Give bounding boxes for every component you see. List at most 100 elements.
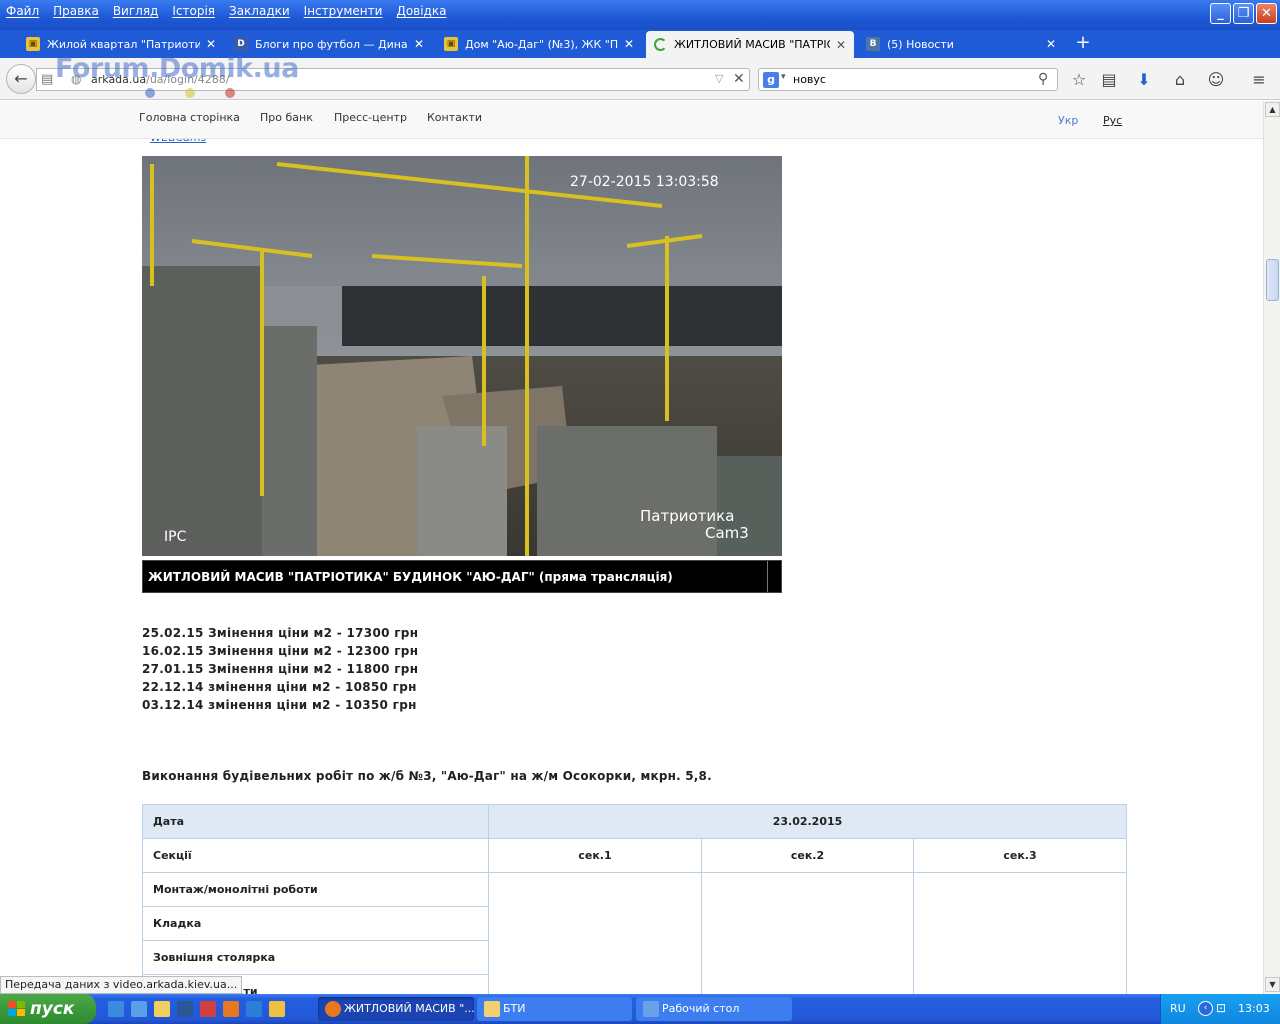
chat-icon[interactable]: ☺	[1205, 69, 1227, 91]
taskbar-button-desktop[interactable]: Рабочий стол	[636, 997, 792, 1021]
home-icon[interactable]: ⌂	[1169, 69, 1191, 91]
taskbar-button-bti[interactable]: БТИ	[477, 997, 632, 1021]
row-label: Зовнішня столярка	[142, 940, 489, 975]
watermark-dot-blue	[145, 88, 155, 98]
menu-edit[interactable]: Правка	[53, 4, 99, 18]
explorer-icon[interactable]	[131, 1001, 147, 1017]
new-tab-button[interactable]: +	[1072, 33, 1094, 55]
scroll-up-icon[interactable]: ▲	[1265, 102, 1280, 117]
section-header: сек.1	[488, 838, 702, 873]
scroll-down-icon[interactable]: ▼	[1265, 977, 1280, 992]
ie-icon[interactable]	[246, 1001, 262, 1017]
close-icon[interactable]: ✕	[1046, 37, 1056, 51]
chevron-down-icon[interactable]: ▾	[781, 72, 786, 82]
minimize-button[interactable]: _	[1210, 3, 1231, 24]
tab-football-blog[interactable]: D Блоги про футбол — Динам... ✕	[226, 30, 432, 58]
network-icon[interactable]: ⊡	[1216, 1001, 1226, 1015]
site-nav: Головна сторінка Про банк Пресс-центр Ко…	[0, 101, 1263, 139]
table-row: Секції сек.1 сек.2 сек.3	[142, 838, 1127, 873]
language-indicator[interactable]: RU	[1170, 1002, 1186, 1015]
price-change-item: 27.01.15 Змінення ціни м2 - 11800 грн	[142, 662, 419, 676]
menu-bar: Файл Правка Вигляд Історія Закладки Інст…	[0, 0, 460, 22]
nav-contacts[interactable]: Контакти	[427, 111, 482, 124]
url-host: arkada.ua	[91, 73, 147, 86]
search-bar[interactable]: g ▾ новус ⚲	[758, 68, 1058, 91]
loading-icon	[654, 38, 667, 51]
tab-zhytlovyi-masyv[interactable]: ЖИТЛОВИЙ МАСИВ "ПАТРІО... ✕	[646, 31, 854, 58]
section-header: сек.3	[913, 838, 1127, 873]
url-bar[interactable]: ▤ ◍ arkada.ua/ua/login/4288/ ▽ ✕	[36, 68, 750, 91]
start-button[interactable]: пуск	[0, 994, 96, 1024]
menu-bookmarks[interactable]: Закладки	[229, 4, 290, 18]
table-row: Монтаж/монолітні роботи	[142, 872, 1127, 994]
tab-ayu-dag[interactable]: ▣ Дом "Аю-Даг" (№3), ЖК "П... ✕	[436, 30, 642, 58]
search-input[interactable]: новус	[793, 73, 826, 86]
bookmark-star-icon[interactable]: ☆	[1068, 69, 1090, 91]
building-icon: ▣	[444, 37, 458, 51]
close-icon[interactable]: ✕	[624, 37, 634, 51]
menu-tools[interactable]: Інструменти	[304, 4, 383, 18]
search-icon[interactable]: ⚲	[1038, 71, 1048, 87]
tab-patriotika-forum[interactable]: ▣ Жилой квартал "Патриотик... ✕	[18, 30, 224, 58]
nav-home[interactable]: Головна сторінка	[139, 111, 240, 124]
word-icon[interactable]	[177, 1001, 193, 1017]
camera-caption: ЖИТЛОВИЙ МАСИВ "ПАТРІОТИКА" БУДИНОК "АЮ-…	[148, 570, 673, 584]
camera-id: Cam3	[705, 524, 749, 542]
menu-history[interactable]: Історія	[172, 4, 215, 18]
camera-brand: IPC	[164, 529, 187, 545]
media-player-icon[interactable]	[108, 1001, 124, 1017]
reading-list-icon[interactable]: ▤	[1098, 69, 1120, 91]
tab-vk-news[interactable]: B (5) Новости ✕	[858, 30, 1064, 58]
menu-view[interactable]: Вигляд	[113, 4, 159, 18]
row-label: Кладка	[142, 906, 489, 941]
section-header: сек.2	[701, 838, 914, 873]
hamburger-menu-icon[interactable]: ≡	[1248, 69, 1270, 91]
close-window-button[interactable]: ✕	[1256, 3, 1277, 24]
price-change-item: 25.02.15 Змінення ціни м2 - 17300 грн	[142, 626, 419, 640]
lang-rus[interactable]: Рус	[1103, 114, 1122, 127]
date-value: 23.02.2015	[488, 804, 1127, 839]
camera-caption-bar: ЖИТЛОВИЙ МАСИВ "ПАТРІОТИКА" БУДИНОК "АЮ-…	[142, 560, 782, 593]
show-hidden-icons-icon[interactable]: ‹	[1198, 1001, 1213, 1016]
price-change-item: 03.12.14 змінення ціни м2 - 10350 грн	[142, 698, 417, 712]
camera-location: Патриотика	[640, 507, 734, 525]
construction-site-image: 27-02-2015 13:03:58 IPC Патриотика Cam3	[142, 156, 782, 556]
google-icon[interactable]: g	[763, 72, 779, 88]
vertical-scrollbar[interactable]: ▲ ▼	[1263, 101, 1280, 994]
webcam-image[interactable]: 27-02-2015 13:03:58 IPC Патриотика Cam3	[142, 156, 782, 556]
scroll-thumb[interactable]	[1266, 259, 1279, 301]
opera-icon[interactable]	[200, 1001, 216, 1017]
watermark-dot-red	[225, 88, 235, 98]
dropdown-arrow-icon[interactable]: ▽	[715, 72, 723, 85]
watermark-dot-yellow	[185, 88, 195, 98]
clock: 13:03	[1238, 1002, 1270, 1015]
menu-help[interactable]: Довідка	[396, 4, 446, 18]
firefox-icon	[325, 1001, 341, 1017]
close-icon[interactable]: ✕	[206, 37, 216, 51]
menu-file[interactable]: Файл	[6, 4, 39, 18]
sections-label: Секції	[142, 838, 489, 873]
nav-press-center[interactable]: Пресс-центр	[334, 111, 407, 124]
stop-icon[interactable]: ✕	[733, 71, 745, 87]
close-icon[interactable]: ✕	[836, 38, 846, 52]
url-path: /ua/login/4288/	[146, 73, 230, 86]
clock-icon[interactable]	[154, 1001, 170, 1017]
works-title: Виконання будівельних робіт по ж/б №3, "…	[142, 769, 712, 783]
start-label: пуск	[30, 999, 75, 1019]
table-cell	[488, 872, 702, 994]
globe-icon: ◍	[71, 72, 82, 86]
price-change-item: 16.02.15 Змінення ціни м2 - 12300 грн	[142, 644, 419, 658]
download-icon[interactable]: ⬇	[1133, 69, 1155, 91]
price-change-item: 22.12.14 змінення ціни м2 - 10850 грн	[142, 680, 417, 694]
back-button[interactable]: ←	[6, 64, 36, 94]
calendar-icon[interactable]	[269, 1001, 285, 1017]
taskbar-button-firefox[interactable]: ЖИТЛОВИЙ МАСИВ "...	[318, 997, 474, 1021]
table-row: Дата 23.02.2015	[142, 804, 1127, 839]
close-icon[interactable]: ✕	[414, 37, 424, 51]
firefox-icon[interactable]	[223, 1001, 239, 1017]
lang-ukr[interactable]: Укр	[1058, 114, 1078, 127]
nav-about-bank[interactable]: Про банк	[260, 111, 313, 124]
blog-icon: D	[234, 37, 248, 51]
folder-icon	[484, 1001, 500, 1017]
maximize-button[interactable]: ❐	[1233, 3, 1254, 24]
